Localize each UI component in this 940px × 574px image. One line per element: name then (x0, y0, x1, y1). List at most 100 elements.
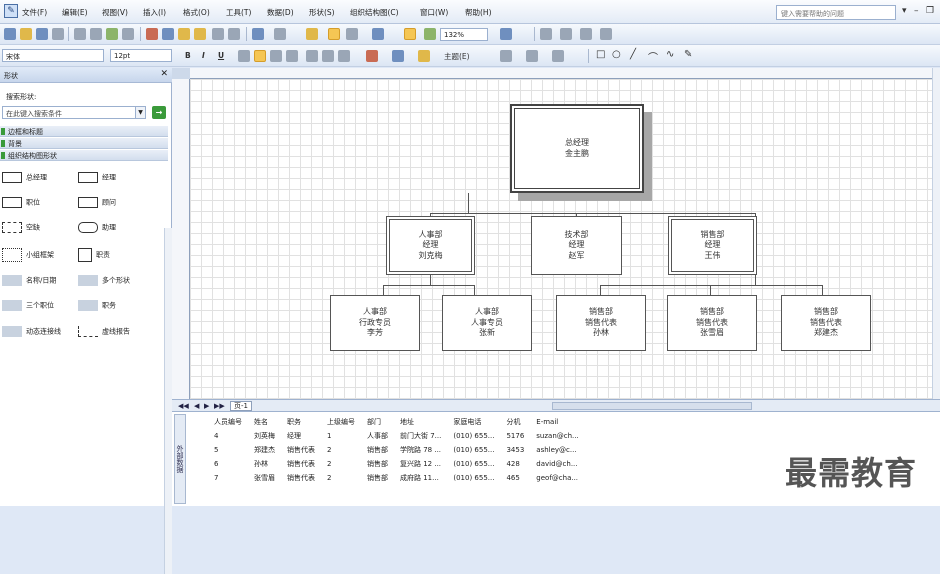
new-icon[interactable] (4, 28, 16, 40)
help-question-input[interactable]: 键入需要帮助的问题 (776, 5, 896, 20)
org-node-general-manager[interactable]: 总经理 金主鹏 (510, 104, 644, 193)
decrease-indent-icon[interactable] (322, 50, 334, 62)
copy-icon[interactable] (162, 28, 174, 40)
pencil-tool-icon[interactable]: ✎ (684, 49, 692, 60)
line-tool-icon[interactable]: ╱ (630, 49, 636, 60)
stencil-org-chart-shapes[interactable]: 组织结构图形状 (0, 150, 168, 161)
org-node-hr-specialist[interactable]: 人事部 人事专员 张新 (442, 295, 532, 351)
menu-help[interactable]: 帮助(H) (465, 7, 492, 18)
drawing-page[interactable]: 总经理 金主鹏 人事部 经理 刘克梅 技术部 经理 赵军 销售部 经理 王伟 人事部 行政专员… (190, 79, 932, 399)
table-row[interactable]: 6 孙林 销售代表 2 销售部 复兴路 12 ... (010) 655... 428 davi… (208, 458, 585, 472)
permission-icon[interactable] (52, 28, 64, 40)
restore-icon[interactable]: ❐ (926, 6, 934, 16)
bullets-icon[interactable] (306, 50, 318, 62)
undo-icon[interactable] (252, 28, 264, 40)
shapes-icon[interactable] (306, 28, 318, 40)
last-page-icon[interactable]: ▶▶ (214, 402, 225, 410)
theme-button[interactable]: 主题(E) (444, 51, 470, 62)
print-icon[interactable] (74, 28, 86, 40)
shape-title[interactable]: 职务 (78, 300, 116, 311)
org-node-sales-rep-3[interactable]: 销售部 销售代表 郑建杰 (781, 295, 871, 351)
menu-window[interactable]: 窗口(W) (420, 7, 448, 18)
shape-three-positions[interactable]: 三个职位 (2, 300, 54, 311)
shape-dotted-line-report[interactable]: 虚线报告 (78, 326, 130, 337)
arrange-icon[interactable] (560, 28, 572, 40)
line-color-icon[interactable] (392, 50, 404, 62)
stencil-backgrounds[interactable]: 背景 (0, 138, 168, 149)
spacing-icon[interactable] (580, 28, 592, 40)
minimize-icon[interactable]: – (914, 6, 919, 16)
external-data-tab[interactable]: 外部数据 (174, 414, 186, 504)
col-header[interactable]: E-mail (530, 416, 584, 430)
menu-data[interactable]: 数据(D) (267, 7, 294, 18)
font-size-select[interactable]: 12pt (110, 49, 172, 62)
connection-point-icon[interactable] (372, 28, 384, 40)
help-icon[interactable] (500, 28, 512, 40)
col-header[interactable]: 地址 (394, 416, 447, 430)
zoom-select[interactable]: 132% (440, 28, 488, 41)
shape-multiple-shapes[interactable]: 多个形状 (78, 275, 130, 286)
menu-format[interactable]: 格式(O) (183, 7, 210, 18)
line-pattern-icon[interactable] (526, 50, 538, 62)
visio-app-icon[interactable]: ✎ (4, 4, 18, 18)
shape-position[interactable]: 职位 (2, 197, 40, 208)
search-go-icon[interactable]: → (152, 106, 166, 119)
rectangle-tool-icon[interactable]: □ (596, 49, 605, 60)
shape-manager[interactable]: 经理 (78, 172, 116, 183)
canvas-horizontal-scrollbar[interactable] (552, 402, 752, 410)
menu-org-chart[interactable]: 组织结构图(C) (350, 7, 399, 18)
canvas-vertical-scrollbar[interactable] (932, 68, 940, 399)
shape-team-frame[interactable]: 小组框架 (2, 248, 54, 262)
next-page-icon[interactable]: ▶ (204, 402, 209, 410)
spelling-icon[interactable] (106, 28, 118, 40)
text-tool-icon[interactable] (404, 28, 416, 40)
delete-icon[interactable] (212, 28, 224, 40)
col-header[interactable]: 职务 (281, 416, 321, 430)
font-name-select[interactable]: 宋体 (2, 49, 104, 62)
menu-file[interactable]: 文件(F) (22, 7, 47, 18)
save-icon[interactable] (36, 28, 48, 40)
line-weight-icon[interactable] (500, 50, 512, 62)
col-header[interactable]: 家庭电话 (447, 416, 500, 430)
format-painter-icon[interactable] (194, 28, 206, 40)
org-node-admin-specialist[interactable]: 人事部 行政专员 李芳 (330, 295, 420, 351)
menu-insert[interactable]: 插入(I) (143, 7, 166, 18)
menu-edit[interactable]: 编辑(E) (62, 7, 88, 18)
stencil-borders-titles[interactable]: 边框和标题 (0, 126, 168, 137)
pointer-tool-icon[interactable] (328, 28, 340, 40)
org-node-sales-manager[interactable]: 销售部 经理 王伟 (668, 216, 757, 275)
paste-icon[interactable] (178, 28, 190, 40)
col-header[interactable]: 部门 (361, 416, 394, 430)
shape-name-date[interactable]: 名称/日期 (2, 275, 56, 286)
increase-indent-icon[interactable] (338, 50, 350, 62)
cut-icon[interactable] (146, 28, 158, 40)
shape-consultant[interactable]: 顾问 (78, 197, 116, 208)
align-left-icon[interactable] (238, 50, 250, 62)
align-right-icon[interactable] (270, 50, 282, 62)
layout-icon[interactable] (540, 28, 552, 40)
freeform-tool-icon[interactable]: ∿ (666, 49, 674, 60)
fill-color-icon[interactable] (418, 50, 430, 62)
italic-icon[interactable]: I (202, 51, 205, 60)
col-header[interactable]: 上级编号 (321, 416, 361, 430)
shape-assistant[interactable]: 助理 (78, 222, 116, 233)
shape-executive[interactable]: 总经理 (2, 172, 47, 183)
shape-staff[interactable]: 职责 (78, 248, 110, 262)
check-icon[interactable] (228, 28, 240, 40)
align-center-icon[interactable] (254, 50, 266, 62)
col-header[interactable]: 分机 (500, 416, 530, 430)
tab-page-1[interactable]: 页-1 (230, 401, 252, 411)
line-ends-icon[interactable] (552, 50, 564, 62)
close-icon[interactable]: ✕ (160, 69, 168, 79)
open-icon[interactable] (20, 28, 32, 40)
dropdown-arrow-icon[interactable]: ▾ (902, 6, 907, 16)
org-node-sales-rep-1[interactable]: 销售部 销售代表 孙林 (556, 295, 646, 351)
bold-icon[interactable]: B (185, 51, 191, 60)
search-shapes-input[interactable]: 在此键入搜索条件 (2, 106, 146, 119)
org-node-sales-rep-2[interactable]: 销售部 销售代表 张雪眉 (667, 295, 757, 351)
shape-dynamic-connector[interactable]: 动态连接线 (2, 326, 61, 337)
underline-icon[interactable]: U (218, 51, 224, 60)
research-icon[interactable] (122, 28, 134, 40)
col-header[interactable]: 人员编号 (208, 416, 248, 430)
arc-tool-icon[interactable]: ⌒ (648, 49, 658, 64)
